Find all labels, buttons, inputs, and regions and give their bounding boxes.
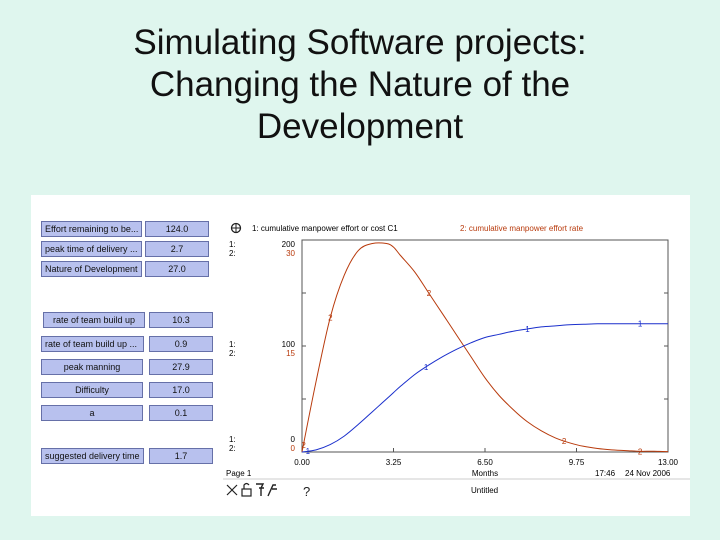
pushpin-icon[interactable] — [256, 483, 265, 496]
axis-mid-series2-tag: 2: — [229, 349, 236, 358]
series-2-marker: 2 — [328, 314, 333, 323]
axis-top-series2-tag: 2: — [229, 249, 236, 258]
axis-top-series2-value: 30 — [286, 249, 295, 258]
axis-top-series1-tag: 1: — [229, 240, 236, 249]
x-tick-label: 13.00 — [658, 458, 679, 467]
series-2-marker: 2 — [638, 447, 643, 456]
date-label: 24 Nov 2006 — [625, 469, 671, 478]
title-line-1: Simulating Software projects: — [133, 23, 587, 62]
document-name: Untitled — [471, 486, 498, 495]
series-2-line — [301, 242, 669, 453]
axis-bot-series2-tag: 2: — [229, 444, 236, 453]
plot-frame — [301, 239, 669, 453]
graph-lock-icon[interactable] — [230, 222, 242, 234]
variable-value[interactable]: 124.0 — [145, 221, 209, 237]
lock-open-icon[interactable] — [241, 482, 252, 497]
axis-mid-series1-value: 100 — [282, 340, 296, 349]
series-1-marker: 1 — [525, 325, 530, 334]
variable-label: Effort remaining to be... — [41, 221, 142, 237]
series-1-marker: 1 — [306, 447, 311, 456]
axis-bot-series2-value: 0 — [291, 444, 296, 453]
variable-label: rate of team build up ... — [41, 336, 144, 352]
variable-row[interactable]: Difficulty 17.0 — [41, 382, 213, 398]
graph-svg: 1: cumulative manpower effort or cost C1… — [223, 222, 690, 499]
variable-label: a — [41, 405, 143, 421]
marker-icon[interactable] — [267, 484, 277, 497]
series-2-marker: 2 — [301, 441, 306, 450]
x-tick-label: 3.25 — [386, 458, 402, 467]
variable-row[interactable]: suggested delivery time 1.7 — [41, 448, 213, 464]
variable-row[interactable]: rate of team build up ... 0.9 — [41, 336, 213, 352]
x-tick-label: 6.50 — [477, 458, 493, 467]
x-tick-label: 0.00 — [294, 458, 310, 467]
variable-label: peak manning — [41, 359, 143, 375]
variable-label: rate of team build up — [43, 312, 145, 328]
variable-row[interactable]: peak manning 27.9 — [41, 359, 213, 375]
variable-value[interactable]: 1.7 — [149, 448, 213, 464]
variable-label: Nature of Development — [41, 261, 142, 277]
legend-series-2: 2: cumulative manpower effort rate — [460, 224, 584, 233]
series-1-marker: 1 — [424, 363, 429, 372]
series-2-marker: 2 — [427, 289, 432, 298]
legend-series-1: 1: cumulative manpower effort or cost C1 — [252, 224, 398, 233]
variable-value[interactable]: 10.3 — [149, 312, 213, 328]
series-2-marker: 2 — [562, 437, 567, 446]
graph-pad: 1: cumulative manpower effort or cost C1… — [223, 195, 690, 516]
axis-mid-series2-value: 15 — [286, 349, 295, 358]
x-tick-label: 9.75 — [569, 458, 585, 467]
variable-row[interactable]: peak time of delivery ... 2.7 — [41, 241, 211, 257]
axis-mid-series1-tag: 1: — [229, 340, 236, 349]
variable-row[interactable]: Effort remaining to be... 124.0 — [41, 221, 211, 237]
series-1-line — [301, 323, 668, 453]
title-line-3: Development — [256, 107, 464, 146]
simulation-panel: Effort remaining to be... 124.0 peak tim… — [31, 195, 690, 516]
x-axis-unit: Months — [472, 469, 498, 478]
variable-row[interactable]: a 0.1 — [41, 405, 213, 421]
help-icon[interactable]: ? — [303, 484, 310, 499]
variable-label: peak time of delivery ... — [41, 241, 142, 257]
variable-row[interactable]: rate of team build up 10.3 — [43, 312, 213, 328]
variable-value[interactable]: 27.9 — [149, 359, 213, 375]
variable-value[interactable]: 2.7 — [145, 241, 209, 257]
variable-value[interactable]: 0.1 — [149, 405, 213, 421]
variable-value[interactable]: 0.9 — [149, 336, 213, 352]
time-label: 17:46 — [595, 469, 616, 478]
plot-frame-ticks — [302, 292, 668, 452]
variable-label: suggested delivery time — [41, 448, 144, 464]
axis-bot-series1-value: 0 — [291, 435, 296, 444]
slide-title: Simulating Software projects: Changing t… — [0, 22, 720, 148]
page-label: Page 1 — [226, 469, 252, 478]
variable-value[interactable]: 27.0 — [145, 261, 209, 277]
variable-label: Difficulty — [41, 382, 143, 398]
axis-top-series1-value: 200 — [282, 240, 296, 249]
series-1-marker: 1 — [638, 320, 643, 329]
variable-row[interactable]: Nature of Development 27.0 — [41, 261, 211, 277]
pin-icon[interactable] — [226, 484, 238, 496]
axis-bot-series1-tag: 1: — [229, 435, 236, 444]
variable-list: Effort remaining to be... 124.0 peak tim… — [31, 195, 221, 516]
title-line-2: Changing the Nature of the — [149, 65, 571, 104]
variable-value[interactable]: 17.0 — [149, 382, 213, 398]
